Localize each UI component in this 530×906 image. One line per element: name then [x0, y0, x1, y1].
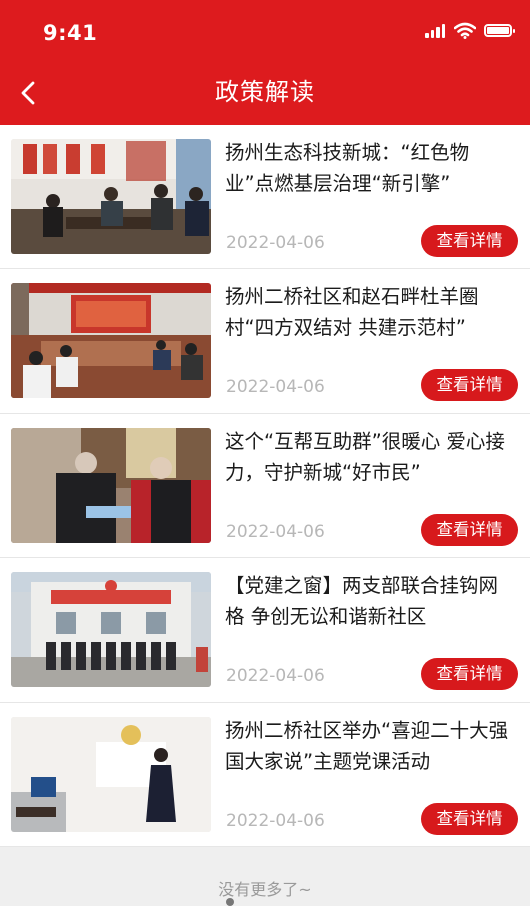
- article-date: 2022-04-06: [226, 521, 325, 542]
- page-title: 政策解读: [215, 78, 315, 106]
- article-title[interactable]: 扬州二桥社区举办“喜迎二十大强国大家说”主题党课活动: [225, 715, 515, 777]
- article-item[interactable]: 扬州二桥社区举办“喜迎二十大强国大家说”主题党课活动 2022-04-06 查看…: [0, 703, 530, 847]
- article-item[interactable]: 扬州二桥社区和赵石畔杜羊圈村“四方双结对 共建示范村” 2022-04-06 查…: [0, 269, 530, 414]
- article-title[interactable]: 扬州生态科技新城：“红色物业”点燃基层治理“新引擎”: [225, 137, 515, 199]
- article-date: 2022-04-06: [226, 233, 325, 253]
- article-thumbnail[interactable]: [11, 427, 211, 543]
- view-details-button[interactable]: 查看详情: [421, 225, 518, 257]
- article-date: 2022-04-06: [226, 666, 325, 687]
- no-more-text: 没有更多了~: [218, 880, 312, 899]
- article-item[interactable]: 这个“互帮互助群”很暖心 爱心接力，守护新城“好市民” 2022-04-06 查…: [0, 414, 530, 559]
- cellular-signal-icon: [425, 23, 445, 38]
- article-date: 2022-04-06: [226, 377, 325, 398]
- article-title[interactable]: 这个“互帮互助群”很暖心 爱心接力，守护新城“好市民”: [225, 426, 515, 488]
- view-details-button[interactable]: 查看详情: [421, 802, 518, 835]
- wifi-icon: [454, 22, 476, 39]
- scroll-indicator: [226, 898, 234, 906]
- article-thumbnail[interactable]: [11, 716, 211, 832]
- article-title[interactable]: 扬州二桥社区和赵石畔杜羊圈村“四方双结对 共建示范村”: [225, 281, 515, 343]
- article-title[interactable]: 【党建之窗】两支部联合挂钩网格 争创无讼和谐新社区: [225, 570, 515, 632]
- status-icons: [425, 22, 515, 39]
- status-time: 9:41: [43, 21, 98, 45]
- article-item[interactable]: 【党建之窗】两支部联合挂钩网格 争创无讼和谐新社区 2022-04-06 查看详…: [0, 558, 530, 703]
- article-date: 2022-04-06: [226, 810, 325, 831]
- article-thumbnail[interactable]: [11, 139, 211, 254]
- app-header: 9:41 政策解读: [0, 0, 530, 125]
- article-item[interactable]: 扬州生态科技新城：“红色物业”点燃基层治理“新引擎” 2022-04-06 查看…: [0, 125, 530, 270]
- article-thumbnail[interactable]: [11, 572, 211, 688]
- view-details-button[interactable]: 查看详情: [421, 658, 518, 691]
- view-details-button[interactable]: 查看详情: [421, 369, 518, 402]
- battery-icon: [484, 24, 515, 37]
- article-thumbnail[interactable]: [11, 283, 211, 399]
- article-list: 扬州生态科技新城：“红色物业”点燃基层治理“新引擎” 2022-04-06 查看…: [0, 125, 530, 847]
- view-details-button[interactable]: 查看详情: [421, 513, 518, 546]
